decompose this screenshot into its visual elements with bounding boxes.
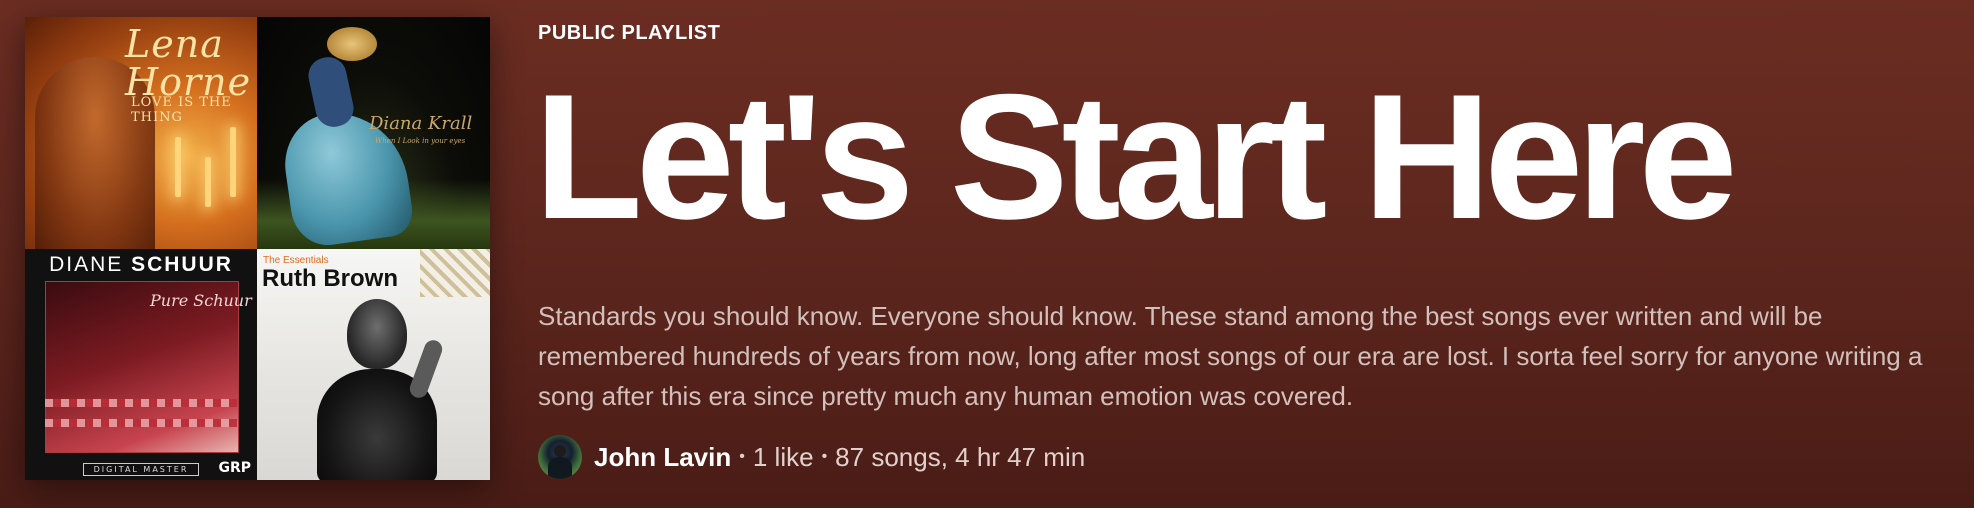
meta-separator: • bbox=[821, 448, 828, 465]
cover-album-text: LOVE IS THE THING bbox=[131, 95, 232, 125]
cover-candle bbox=[230, 127, 236, 197]
cover-artist-text: DIANE SCHUUR bbox=[25, 253, 257, 277]
cover-pattern bbox=[420, 249, 490, 297]
cover-tile-diana-krall: Diana Krall When I Look in your eyes bbox=[257, 17, 490, 249]
cover-hair bbox=[327, 27, 377, 61]
cover-artist-text: Lena Horne bbox=[125, 22, 252, 104]
playlist-type-label: PUBLIC PLAYLIST bbox=[538, 22, 721, 44]
playlist-meta: John Lavin • 1 like • 87 songs, 4 hr 47 … bbox=[538, 434, 1085, 480]
playlist-header: Lena Horne LOVE IS THE THING Diana Krall… bbox=[0, 0, 1974, 508]
likes-count: 1 like bbox=[752, 441, 814, 472]
cover-stripe bbox=[45, 399, 237, 407]
cover-artist-last: SCHUUR bbox=[131, 253, 233, 276]
cover-tile-diane-schuur: DIANE SCHUUR Pure Schuur DIGITAL MASTER … bbox=[25, 249, 257, 480]
cover-footer-text: DIGITAL MASTER bbox=[82, 463, 200, 476]
cover-tile-ruth-brown: The Essentials Ruth Brown bbox=[257, 249, 490, 480]
cover-tile-lena-horne: Lena Horne LOVE IS THE THING bbox=[25, 17, 257, 249]
playlist-title[interactable]: Let's Start Here bbox=[534, 62, 1738, 252]
cover-stripe bbox=[45, 419, 237, 427]
cover-artist-first: DIANE bbox=[49, 253, 124, 276]
playlist-description: Standards you should know. Everyone shou… bbox=[538, 301, 1923, 411]
cover-artist-text: Diana Krall bbox=[369, 113, 473, 134]
owner-avatar[interactable] bbox=[538, 435, 582, 479]
avatar-body bbox=[548, 457, 572, 479]
cover-artist-text: Ruth Brown bbox=[262, 265, 398, 292]
cover-candle bbox=[175, 137, 181, 197]
cover-singer-arm bbox=[407, 337, 445, 401]
cover-candle bbox=[205, 157, 211, 207]
owner-name-link[interactable]: John Lavin bbox=[594, 442, 731, 473]
cover-singer-head bbox=[347, 299, 407, 369]
cover-album-text: When I Look in your eyes bbox=[375, 137, 466, 145]
cover-album-text: Pure Schuur bbox=[150, 291, 252, 310]
avatar-head bbox=[554, 445, 566, 457]
grp-logo-icon: GRP bbox=[218, 460, 251, 476]
meta-separator: • bbox=[739, 448, 745, 465]
song-summary: 87 songs, 4 hr 47 min bbox=[835, 441, 1086, 472]
playlist-cover[interactable]: Lena Horne LOVE IS THE THING Diana Krall… bbox=[25, 17, 490, 480]
